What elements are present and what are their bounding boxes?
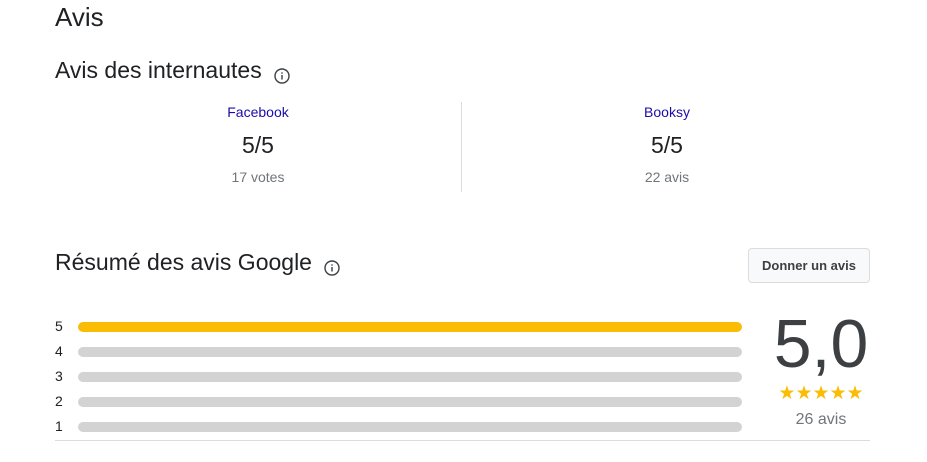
info-icon[interactable] (324, 255, 340, 276)
histogram-row-4[interactable]: 4 (55, 341, 745, 366)
histogram-row-2[interactable]: 2 (55, 391, 745, 416)
info-icon[interactable] (274, 63, 290, 84)
histogram-row-3[interactable]: 3 (55, 366, 745, 391)
histogram-track (78, 347, 742, 357)
histogram-row-5[interactable]: 5 (55, 316, 745, 341)
source-divider (461, 102, 462, 192)
rating-summary: 5,0 ★★★★★ 26 avis (770, 305, 872, 429)
web-review-sources: Facebook 5/5 17 votes Booksy 5/5 22 avis (55, 98, 870, 194)
source-facebook: Facebook 5/5 17 votes (55, 98, 461, 185)
source-facebook-score: 5/5 (242, 132, 274, 158)
write-review-button[interactable]: Donner un avis (748, 248, 870, 283)
web-reviews-title: Avis des internautes (55, 57, 290, 84)
average-rating: 5,0 (773, 306, 869, 382)
histogram-label: 5 (55, 318, 63, 334)
histogram-track (78, 372, 742, 382)
histogram-label: 2 (55, 393, 63, 409)
web-reviews-title-text: Avis des internautes (55, 57, 262, 83)
source-booksy: Booksy 5/5 22 avis (464, 98, 870, 185)
google-summary-title-text: Résumé des avis Google (55, 249, 312, 275)
histogram-label: 3 (55, 368, 63, 384)
histogram-label: 4 (55, 343, 63, 359)
page-title: Avis (55, 2, 104, 32)
source-booksy-score: 5/5 (651, 132, 683, 158)
rating-histogram: 5 4 3 2 1 (55, 316, 745, 441)
source-facebook-count: 17 votes (231, 169, 285, 185)
total-reviews-link[interactable]: 26 avis (770, 411, 872, 429)
histogram-track (78, 322, 742, 332)
star-rating-icons: ★★★★★ (778, 383, 864, 404)
source-booksy-count: 22 avis (644, 169, 690, 185)
histogram-label: 1 (55, 418, 63, 434)
source-facebook-link[interactable]: Facebook (55, 104, 461, 120)
histogram-fill (78, 322, 742, 332)
bottom-divider (55, 440, 870, 441)
source-booksy-link[interactable]: Booksy (464, 104, 870, 120)
histogram-row-1[interactable]: 1 (55, 416, 745, 441)
histogram-track (78, 397, 742, 407)
histogram-track (78, 422, 742, 432)
google-summary-title: Résumé des avis Google (55, 249, 340, 276)
